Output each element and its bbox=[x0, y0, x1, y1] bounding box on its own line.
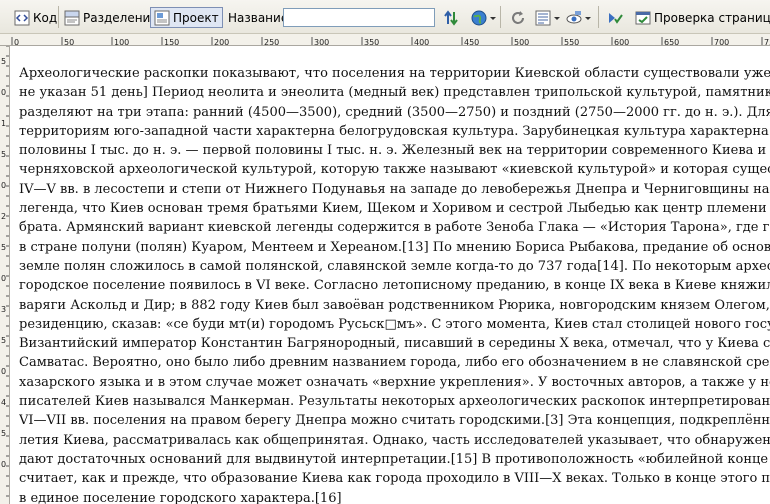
ruler-number: 5 bbox=[1, 243, 6, 252]
document-text-line: хазарского языка и в этом случае может о… bbox=[19, 374, 770, 390]
ruler-number: 700 bbox=[714, 38, 729, 46]
toolbar-separator bbox=[500, 6, 501, 28]
check-page-label: Проверка страницы bbox=[654, 10, 770, 25]
toolbar-separator bbox=[58, 6, 59, 28]
check-page-icon bbox=[635, 10, 651, 26]
document-text-line: варяги Аскольд и Дир; в 882 году Киев бы… bbox=[19, 297, 770, 313]
ruler-number: 500 bbox=[514, 38, 529, 46]
ruler-number: 550 bbox=[564, 38, 579, 46]
design-view-button[interactable]: Проект bbox=[150, 7, 223, 28]
visual-aids-icon bbox=[566, 10, 582, 26]
validate-markup-button[interactable] bbox=[604, 7, 626, 28]
document-text-line: Самватас. Вероятно, оно было либо древни… bbox=[19, 355, 770, 371]
ruler-number: 150 bbox=[164, 38, 179, 46]
split-view-label: Разделение bbox=[83, 10, 158, 25]
ruler-number: 4 bbox=[1, 398, 6, 407]
vertical-ruler: 5 0 1 5 0 2 5 0 3 5 0 4 5 0 bbox=[0, 46, 10, 504]
ruler-number: 300 bbox=[314, 38, 329, 46]
document-text-line: писателей Киев назывался Манкерман. Резу… bbox=[19, 394, 770, 410]
preview-browser-button[interactable] bbox=[468, 7, 499, 28]
document-text-line: IV—V вв. в лесостепи и степи от Нижнего … bbox=[19, 181, 770, 197]
code-view-label: Код bbox=[33, 10, 58, 25]
document-text-line: Археологические раскопки показывают, что… bbox=[19, 66, 770, 81]
code-view-button[interactable]: Код bbox=[11, 7, 60, 28]
horizontal-ruler-ticks: 0 50 100 150 200 250 300 350 400 450 500 550 600 650 7… bbox=[11, 37, 770, 46]
ruler-number: 0 bbox=[1, 367, 6, 376]
document-text-line: легенда, что Киев основан тремя братьями… bbox=[19, 201, 770, 217]
ruler-number: 400 bbox=[414, 38, 429, 46]
document-text-line: земле полян сложилось в самой полянской,… bbox=[19, 258, 770, 274]
document-text-line: летия Киева, рассматривалась как общепри… bbox=[19, 432, 770, 448]
globe-icon bbox=[471, 10, 487, 26]
file-management-button[interactable] bbox=[440, 7, 462, 28]
ruler-number: 650 bbox=[664, 38, 679, 46]
document-text-line: Византийский император Константин Багрян… bbox=[19, 336, 770, 352]
ruler-number: 0 bbox=[1, 274, 6, 283]
view-options-button[interactable] bbox=[532, 7, 563, 28]
document-text-line: территориям юго-западной части характерн… bbox=[19, 123, 770, 139]
document-design-area[interactable]: Археологические раскопки показывают, что… bbox=[19, 64, 770, 504]
ruler-number: 0 bbox=[1, 181, 6, 190]
document-text-line: брата. Армянский вариант киевской легенд… bbox=[19, 220, 770, 236]
view-options-icon bbox=[535, 10, 551, 26]
check-page-button[interactable]: Проверка страницы bbox=[632, 7, 770, 28]
validate-icon bbox=[607, 10, 623, 26]
document-text-line: разделяют на три этапа: ранний (4500—350… bbox=[19, 104, 770, 120]
document-text-line: VI—VII вв. поселения на правом берегу Дн… bbox=[19, 413, 770, 429]
document-text-line: в единое поселение городского характера.… bbox=[19, 490, 342, 504]
dropdown-arrow-icon bbox=[490, 10, 496, 26]
ruler-number: 350 bbox=[364, 38, 379, 46]
refresh-icon bbox=[510, 10, 526, 26]
ruler-number: 3 bbox=[1, 305, 6, 314]
code-icon bbox=[14, 10, 30, 26]
ruler-number: 0 bbox=[1, 88, 6, 97]
toolbar-separator bbox=[598, 6, 599, 28]
visual-aids-button[interactable] bbox=[563, 7, 594, 28]
horizontal-ruler: 0 50 100 150 200 250 300 350 400 450 500 550 600 650 7… bbox=[0, 34, 770, 46]
ruler-number: 0 bbox=[1, 460, 6, 469]
ruler-number: 0 bbox=[14, 38, 19, 46]
ruler-number: 5 bbox=[1, 336, 6, 345]
design-view-label: Проект bbox=[173, 10, 219, 25]
split-icon bbox=[64, 10, 80, 26]
document-text-line: не указан 51 день] Период неолита и энео… bbox=[19, 85, 770, 101]
ruler-number: 200 bbox=[214, 38, 229, 46]
document-text-line: считает, как и прежде, что образование К… bbox=[19, 471, 770, 487]
refresh-button[interactable] bbox=[507, 7, 529, 28]
document-text-line: дают достаточных оснований для выдвинуто… bbox=[19, 451, 769, 467]
document-text-line: половины I тыс. до н. э. — первой полови… bbox=[19, 143, 767, 159]
ruler-number: 5 bbox=[1, 150, 6, 159]
document-text-line: резиденцию, сказав: «се буди мт(и) город… bbox=[19, 316, 770, 332]
ruler-number: 750 bbox=[764, 38, 770, 46]
design-view-icon bbox=[154, 10, 170, 26]
design-toolbar: Код Разделение Проект Название: Проверка… bbox=[0, 0, 770, 34]
ruler-number: 1 bbox=[1, 119, 6, 128]
ruler-number: 600 bbox=[614, 38, 629, 46]
ruler-number: 2 bbox=[1, 212, 6, 221]
dropdown-arrow-icon bbox=[585, 10, 591, 26]
document-text-line: городское поселение появилось в VI веке.… bbox=[19, 278, 770, 294]
ruler-number: 50 bbox=[64, 38, 74, 46]
dropdown-arrow-icon bbox=[554, 10, 560, 26]
ruler-number: 5 bbox=[1, 57, 6, 66]
name-input[interactable] bbox=[283, 8, 435, 27]
document-text-line: черняховской археологической культурой, … bbox=[19, 162, 770, 178]
ruler-number: 100 bbox=[114, 38, 129, 46]
vertical-ruler-ticks: 5 0 1 5 0 2 5 0 3 5 0 4 5 0 bbox=[1, 46, 9, 497]
ruler-number: 250 bbox=[264, 38, 279, 46]
ruler-number: 450 bbox=[464, 38, 479, 46]
updown-arrows-icon bbox=[443, 9, 459, 26]
ruler-number: 5 bbox=[1, 429, 6, 438]
split-view-button[interactable]: Разделение bbox=[61, 7, 161, 28]
document-text-line: в стране полуни (полян) Куаром, Ментеем … bbox=[19, 239, 770, 255]
